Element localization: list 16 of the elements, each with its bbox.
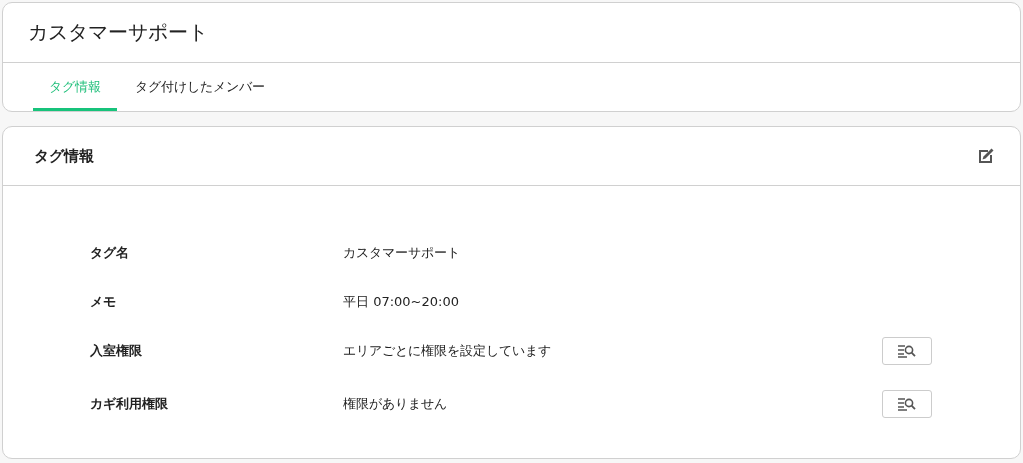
detail-button[interactable] (882, 390, 932, 418)
panel-title: タグ情報 (34, 146, 94, 166)
field-label: 入室権限 (90, 341, 143, 360)
field-value: カスタマーサポート (343, 243, 461, 262)
tab[interactable]: タグ付けしたメンバー (119, 63, 281, 111)
field-label: カギ利用権限 (90, 395, 169, 413)
edit-icon[interactable] (976, 146, 996, 166)
field-value: 権限がありません (343, 395, 448, 413)
field-value: 平日 07:00~20:00 (343, 292, 460, 311)
field-label: メモ (90, 292, 117, 311)
page-title: カスタマーサポート (3, 3, 1020, 63)
list-search-icon (897, 397, 917, 411)
field-value: エリアごとに権限を設定しています (343, 341, 552, 360)
detail-button[interactable] (882, 336, 932, 365)
list-search-icon (897, 343, 917, 358)
field-label: タグ名 (90, 243, 130, 262)
